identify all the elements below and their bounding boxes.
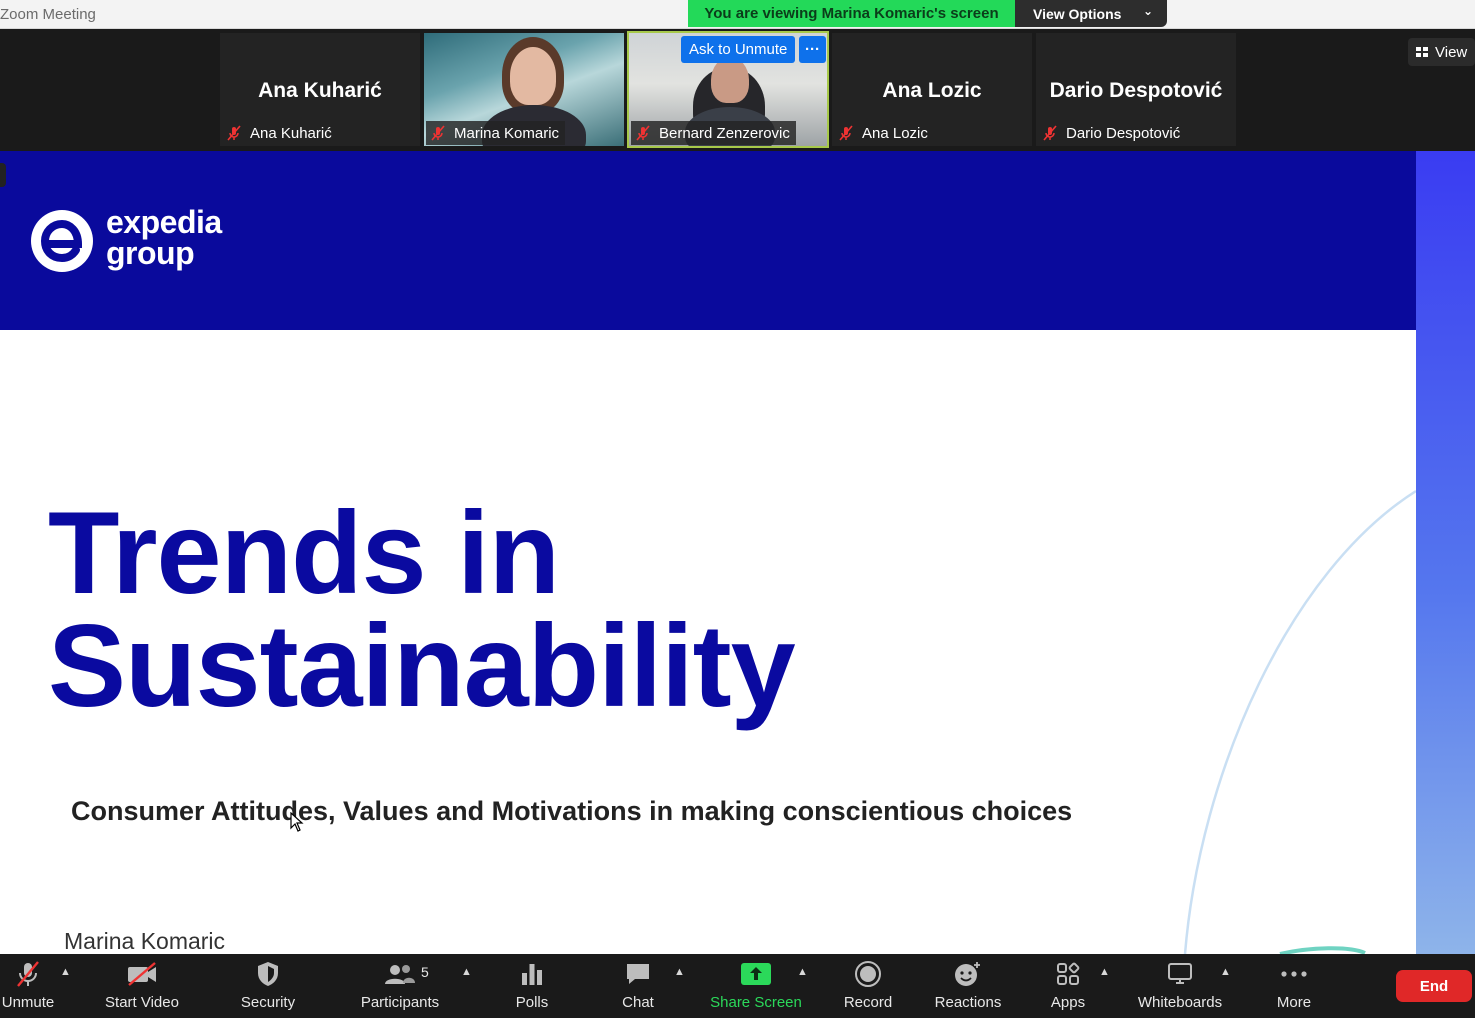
video-strip: Ana Kuharić Ana Kuharić Marina Komaric A… [0, 29, 1475, 151]
slide-title-line-2: Sustainability [48, 600, 796, 731]
meeting-toolbar: Unmute ▲ Start Video Security Participan… [0, 954, 1475, 1018]
participant-label: Ana Lozic [834, 121, 934, 145]
slide-title: Trends in Sustainability [48, 487, 796, 731]
shared-screen: expedia group Trends in Sustainability C… [0, 151, 1416, 954]
participants-label: Participants [360, 994, 440, 1011]
participant-tile-active[interactable]: Ask to Unmute ··· Bernard Zenzerovic [627, 31, 829, 148]
participant-name: Ana Kuharić [250, 124, 332, 142]
participant-name: Bernard Zenzerovic [659, 124, 790, 142]
participants-options-caret-icon[interactable]: ▲ [461, 966, 472, 978]
mic-muted-icon [636, 125, 650, 141]
unmute-label: Unmute [1, 994, 55, 1011]
share-screen-arrow-icon [741, 963, 771, 985]
apps-label: Apps [1050, 994, 1086, 1011]
reactions-label: Reactions [934, 994, 1002, 1011]
mouse-cursor-icon [290, 812, 304, 832]
participants-button[interactable]: Participants [356, 954, 444, 1018]
participant-label: Ana Kuharić [222, 121, 338, 145]
record-button[interactable]: Record [840, 954, 896, 1018]
record-icon [855, 961, 881, 987]
chat-bubble-icon [627, 964, 649, 984]
whiteboard-icon [1168, 963, 1192, 984]
participant-label: Marina Komaric [426, 121, 566, 145]
microphone-muted-icon [17, 961, 39, 987]
more-dots-icon [1281, 971, 1307, 977]
chat-options-caret-icon[interactable]: ▲ [674, 966, 685, 978]
participant-tile[interactable]: Ana Lozic Ana Lozic [832, 33, 1032, 146]
share-screen-label: Share Screen [710, 994, 802, 1011]
chevron-down-icon: ⌄ [1142, 4, 1153, 18]
polls-label: Polls [515, 994, 549, 1011]
more-label: More [1276, 994, 1312, 1011]
smiley-add-icon [955, 962, 980, 986]
screen-edge-gradient [1416, 151, 1475, 954]
view-button-label: View [1435, 43, 1468, 61]
whiteboards-button[interactable]: Whiteboards [1132, 954, 1228, 1018]
apps-button[interactable]: Apps [1046, 954, 1090, 1018]
participant-name: Ana Lozic [862, 124, 928, 142]
whiteboards-label: Whiteboards [1137, 994, 1223, 1011]
mic-muted-icon [431, 125, 445, 141]
start-video-label: Start Video [105, 994, 179, 1011]
tile-more-button[interactable]: ··· [799, 36, 826, 63]
viewing-screen-banner: You are viewing Marina Komaric's screen [688, 0, 1015, 27]
chat-button[interactable]: Chat [614, 954, 662, 1018]
slide-author: Marina Komaric [64, 928, 226, 954]
end-meeting-button[interactable]: End [1396, 970, 1472, 1002]
apps-grid-icon [1057, 962, 1080, 985]
unmute-button[interactable]: Unmute [0, 954, 56, 1018]
security-label: Security [240, 994, 296, 1011]
participant-big-name: Dario Despotović [1049, 79, 1223, 102]
view-options-button[interactable]: View Options ⌄ [1015, 0, 1167, 27]
participant-tile[interactable]: Ana Kuharić Ana Kuharić [220, 33, 420, 146]
participant-name: Dario Despotović [1066, 124, 1181, 142]
window-title: Zoom Meeting [0, 6, 96, 23]
start-video-button[interactable]: Start Video [100, 954, 184, 1018]
slide-title-line-1: Trends in [48, 487, 560, 618]
participant-video-face [711, 57, 749, 103]
title-bar: Zoom Meeting You are viewing Marina Koma… [0, 0, 1475, 29]
mic-muted-icon [839, 125, 853, 141]
more-button[interactable]: More [1268, 954, 1320, 1018]
participant-big-name: Ana Kuharić [258, 79, 382, 102]
reactions-button[interactable]: Reactions [932, 954, 1004, 1018]
apps-options-caret-icon[interactable]: ▲ [1099, 966, 1110, 978]
whiteboards-options-caret-icon[interactable]: ▲ [1220, 966, 1231, 978]
share-options-caret-icon[interactable]: ▲ [797, 966, 808, 978]
zoom-window: Zoom Meeting You are viewing Marina Koma… [0, 0, 1475, 1018]
participant-tile[interactable]: Dario Despotović Dario Despotović [1036, 33, 1236, 146]
audio-options-caret-icon[interactable]: ▲ [60, 966, 71, 978]
participant-video-face [510, 47, 556, 105]
participant-name: Marina Komaric [454, 124, 560, 142]
participant-tile[interactable]: Marina Komaric [424, 33, 624, 146]
shield-icon [258, 962, 278, 986]
record-label: Record [843, 994, 893, 1011]
participant-label: Dario Despotović [1038, 121, 1187, 145]
ask-to-unmute-button[interactable]: Ask to Unmute [681, 36, 796, 63]
share-control-tab[interactable] [0, 163, 6, 187]
gallery-grid-icon [1416, 46, 1429, 58]
participants-count: 5 [421, 964, 429, 980]
bar-chart-icon [522, 964, 542, 985]
participant-big-name: Ana Lozic [882, 79, 982, 102]
participant-label: Bernard Zenzerovic [631, 121, 796, 145]
chat-label: Chat [622, 994, 654, 1011]
view-button[interactable]: View [1408, 38, 1475, 66]
video-camera-off-icon [128, 962, 156, 986]
view-options-label: View Options [1033, 5, 1122, 22]
mic-muted-icon [227, 125, 241, 141]
participants-icon [385, 965, 415, 984]
slide-subtitle: Consumer Attitudes, Values and Motivatio… [71, 796, 1073, 826]
share-screen-button[interactable]: Share Screen [708, 954, 804, 1018]
mic-muted-icon [1043, 125, 1057, 141]
security-button[interactable]: Security [236, 954, 300, 1018]
polls-button[interactable]: Polls [508, 954, 556, 1018]
